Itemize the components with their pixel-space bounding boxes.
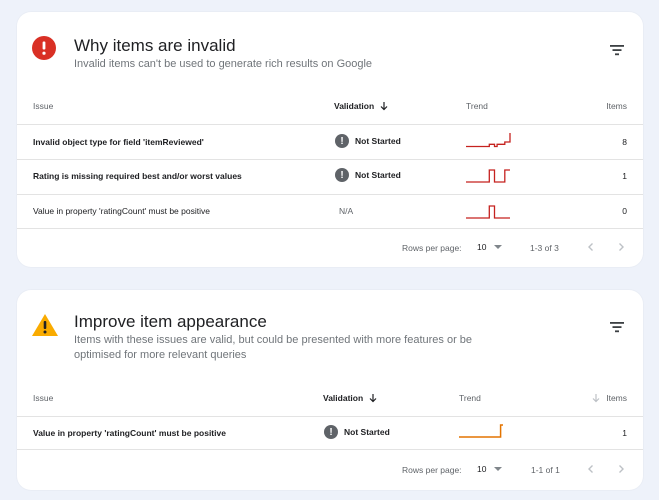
trend-sparkline <box>459 424 503 438</box>
pagination-range: 1-1 of 1 <box>531 465 560 475</box>
sort-arrow-down-icon <box>369 394 377 403</box>
rows-per-page-value: 10 <box>477 242 487 252</box>
filter-icon[interactable] <box>607 40 627 60</box>
column-header-issue: Issue <box>33 101 54 111</box>
rows-per-page-select[interactable]: 10 <box>477 238 509 256</box>
validation-status: ! Not Started <box>335 134 401 148</box>
column-header-validation-label: Validation <box>323 393 364 403</box>
trend-sparkline <box>466 133 511 148</box>
warning-triangle-icon <box>32 314 58 336</box>
chevron-left-icon <box>588 243 593 251</box>
invalid-items-card: Why items are invalid Invalid items can'… <box>17 12 643 267</box>
info-exclamation-icon: ! <box>335 168 349 182</box>
column-header-trend: Trend <box>466 101 488 111</box>
table-row[interactable]: Value in property 'ratingCount' must be … <box>17 417 643 449</box>
validation-status: N/A <box>339 206 354 216</box>
previous-page-button[interactable] <box>583 461 599 477</box>
issue-name: Value in property 'ratingCount' must be … <box>33 206 210 216</box>
items-count: 8 <box>622 137 627 147</box>
divider <box>17 449 643 450</box>
validation-status: ! Not Started <box>324 425 390 439</box>
chevron-right-icon <box>619 243 624 251</box>
table-row[interactable]: Rating is missing required best and/or w… <box>17 160 643 194</box>
dropdown-caret-icon <box>494 245 503 249</box>
column-header-validation[interactable]: Validation <box>334 101 389 111</box>
validation-status: ! Not Started <box>335 168 401 182</box>
table-row[interactable]: Invalid object type for field 'itemRevie… <box>17 125 643 159</box>
card-subtitle-line-2: optimised for more relevant queries <box>74 349 247 361</box>
items-count: 1 <box>622 428 627 438</box>
card-subtitle-line-1: Items with these issues are valid, but c… <box>74 334 473 346</box>
table-row[interactable]: Value in property 'ratingCount' must be … <box>17 195 643 229</box>
validation-status-label: Not Started <box>344 427 390 437</box>
column-header-items: Items <box>606 101 627 111</box>
column-header-trend: Trend <box>459 393 481 403</box>
info-exclamation-icon: ! <box>324 425 338 439</box>
items-count: 1 <box>622 171 627 181</box>
rows-per-page-label: Rows per page: <box>402 243 462 253</box>
filter-icon[interactable] <box>607 317 627 337</box>
card-title: Why items are invalid <box>74 36 236 55</box>
next-page-button[interactable] <box>613 461 629 477</box>
dropdown-caret-icon <box>494 467 503 471</box>
issue-name: Rating is missing required best and/or w… <box>33 171 242 181</box>
issue-name: Invalid object type for field 'itemRevie… <box>33 137 204 147</box>
sort-arrow-down-icon <box>380 102 388 111</box>
card-title: Improve item appearance <box>74 312 267 331</box>
issue-name: Value in property 'ratingCount' must be … <box>33 428 226 438</box>
column-header-validation-label: Validation <box>334 101 375 111</box>
trend-sparkline <box>466 205 510 219</box>
pagination-range: 1-3 of 3 <box>530 243 559 253</box>
chevron-left-icon <box>588 465 593 473</box>
improve-appearance-card: Improve item appearance Items with these… <box>17 290 643 490</box>
column-header-validation[interactable]: Validation <box>323 393 378 403</box>
next-page-button[interactable] <box>613 239 629 255</box>
info-exclamation-icon: ! <box>335 134 349 148</box>
chevron-right-icon <box>619 465 624 473</box>
rows-per-page-value: 10 <box>477 464 487 474</box>
error-circle-icon <box>32 36 56 60</box>
validation-status-label: Not Started <box>355 170 401 180</box>
sort-arrow-down-icon <box>592 394 600 403</box>
rows-per-page-label: Rows per page: <box>402 465 462 475</box>
items-count: 0 <box>622 206 627 216</box>
card-subtitle: Invalid items can't be used to generate … <box>74 58 373 70</box>
column-header-issue: Issue <box>33 393 54 403</box>
column-header-items[interactable]: Items <box>591 393 627 403</box>
validation-status-label: Not Started <box>355 136 401 146</box>
divider <box>17 228 643 229</box>
column-header-items-label: Items <box>606 393 627 403</box>
rows-per-page-select[interactable]: 10 <box>477 460 509 478</box>
previous-page-button[interactable] <box>583 239 599 255</box>
trend-sparkline <box>466 169 510 183</box>
